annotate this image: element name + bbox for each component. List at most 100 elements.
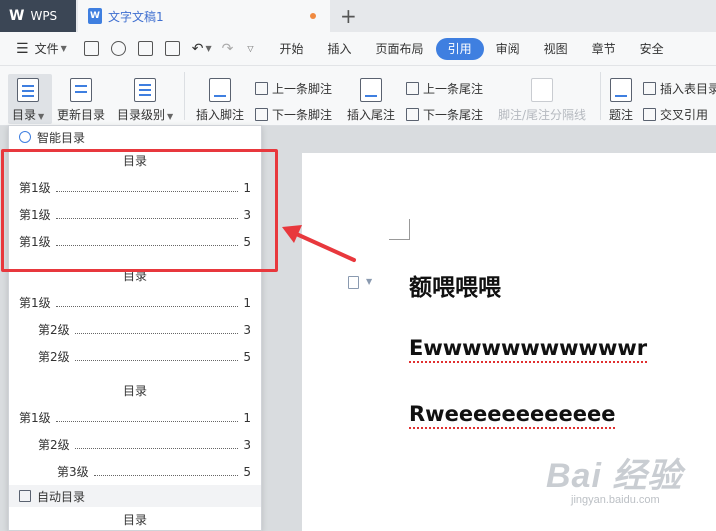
new-tab-button[interactable]: +	[340, 4, 357, 28]
toc-button[interactable]: 目录 ▼	[12, 78, 44, 123]
toc-template-3[interactable]: 目录第1级 1 第2级 3 第3级 5	[9, 378, 261, 485]
smart-toc-header: 智能目录	[9, 126, 261, 148]
document-heading-1[interactable]: 额喂喂喂	[409, 268, 501, 302]
paragraph-handle-icon[interactable]	[348, 276, 359, 289]
wps-home-tab[interactable]: W WPS	[0, 0, 76, 32]
chevron-down-icon: ▼	[60, 44, 67, 53]
toc-level-button[interactable]: 目录级别 ▼	[117, 78, 173, 123]
toc-button-label: 目录 ▼	[12, 108, 45, 122]
toc-entry-row: 第3级 5	[9, 458, 261, 485]
toc-entry-page: 1	[243, 295, 251, 310]
caption-label: 题注	[609, 108, 634, 122]
toc-leader-dots	[93, 475, 239, 476]
toc-template-title: 目录	[122, 384, 147, 398]
print-icon[interactable]	[137, 41, 153, 56]
heading-3-text: Rweeeeeeeeeeee	[409, 402, 616, 429]
undo-dropdown-icon[interactable]: ▼	[205, 44, 211, 53]
caption-button[interactable]: 题注	[609, 78, 633, 123]
toc-icon	[17, 78, 40, 102]
toc-entry-row: 第2级 3	[9, 316, 261, 343]
customize-toolbar-icon[interactable]: ▽	[247, 44, 253, 53]
document-tab[interactable]: W 文字文稿1	[78, 0, 330, 32]
unsaved-dot-icon	[310, 13, 316, 19]
caption-icon	[610, 78, 632, 102]
insert-endnote-label: 插入尾注	[347, 108, 396, 122]
separator-line-label: 脚注/尾注分隔线	[498, 108, 587, 122]
prev-footnote-icon	[255, 82, 268, 95]
app-name: WPS	[30, 9, 58, 23]
prev-footnote-label: 上一条脚注	[272, 82, 333, 96]
next-endnote-button[interactable]: 下一条尾注	[406, 106, 483, 123]
tab-page-layout[interactable]: 页面布局	[364, 38, 436, 60]
undo-icon[interactable]: ↶	[192, 41, 204, 57]
toc-entry-page: 3	[243, 437, 251, 452]
prev-footnote-button[interactable]: 上一条脚注	[255, 80, 332, 97]
cross-ref-button[interactable]: 交叉引用	[643, 106, 708, 123]
arrow-shaft	[290, 230, 356, 262]
tab-home[interactable]: 开始	[268, 38, 316, 60]
table-toc-icon	[643, 82, 656, 95]
hamburger-menu-icon[interactable]: ☰	[16, 41, 29, 57]
chevron-down-icon[interactable]: ▼	[366, 277, 372, 286]
toc-leader-dots	[55, 306, 239, 307]
tab-section[interactable]: 章节	[580, 38, 628, 60]
toc-leader-dots	[74, 360, 239, 361]
tab-security[interactable]: 安全	[628, 38, 676, 60]
prev-endnote-button[interactable]: 上一条尾注	[406, 80, 483, 97]
print-preview-icon[interactable]	[164, 41, 180, 56]
toc-entry-row: 第2级 3	[9, 431, 261, 458]
toc-entry-page: 5	[243, 464, 251, 479]
smart-toc-icon	[19, 131, 31, 143]
insert-table-toc-button[interactable]: 插入表目录	[643, 80, 716, 97]
watermark: Bai 经验 jingyan.baidu.com	[546, 448, 683, 506]
tab-view[interactable]: 视图	[532, 38, 580, 60]
watermark-url: jingyan.baidu.com	[571, 494, 660, 506]
footnote-icon	[209, 78, 231, 102]
margin-corner-mark	[389, 239, 409, 240]
update-toc-button[interactable]: 更新目录	[57, 78, 105, 123]
document-heading-3[interactable]: Rweeeeeeeeeeee	[409, 402, 616, 429]
menu-bar: ☰ 文件 ▼ ↶ ▼ ↷ ▽ 开始 插入 页面布局 引用 审阅 视图 章节 安全	[0, 32, 716, 66]
separator-line-button[interactable]: 脚注/尾注分隔线	[498, 78, 586, 123]
toc-entry-label: 第3级	[57, 465, 89, 479]
next-footnote-label: 下一条脚注	[272, 108, 333, 122]
next-footnote-button[interactable]: 下一条脚注	[255, 106, 332, 123]
heading-2-text: Ewwwwwwwwwwwr	[409, 336, 648, 363]
update-toc-label: 更新目录	[57, 108, 106, 122]
insert-endnote-button[interactable]: 插入尾注	[347, 78, 395, 123]
save-icon[interactable]	[83, 41, 99, 56]
wps-logo-icon: W	[9, 8, 25, 24]
document-heading-2[interactable]: Ewwwwwwwwwwwr	[409, 336, 648, 363]
toc-entry-page: 1	[243, 410, 251, 425]
redo-icon[interactable]: ↷	[222, 41, 234, 57]
auto-toc-header: 自动目录	[9, 485, 261, 507]
toc-template-2[interactable]: 目录 第1级 1 第2级 3 第2级 5	[9, 263, 261, 370]
insert-footnote-button[interactable]: 插入脚注	[196, 78, 244, 123]
insert-table-toc-label: 插入表目录	[660, 82, 716, 96]
prev-endnote-icon	[406, 82, 419, 95]
prev-endnote-label: 上一条尾注	[423, 82, 484, 96]
ribbon-divider	[600, 72, 601, 120]
watermark-logo: Bai 经验	[546, 457, 683, 495]
tab-references[interactable]: 引用	[435, 37, 484, 60]
toc-entry-row: 第1级 1	[9, 289, 261, 316]
next-endnote-icon	[406, 108, 419, 121]
separator-line-icon	[531, 78, 554, 102]
tab-insert[interactable]: 插入	[316, 38, 364, 60]
toc-leader-dots	[55, 421, 239, 422]
toc-entry-page: 3	[243, 322, 251, 337]
file-menu[interactable]: 文件 ▼	[35, 40, 67, 57]
toc-entry-row: 第1级 1	[9, 404, 261, 431]
toc-entry-label: 第1级	[19, 411, 51, 425]
insert-footnote-label: 插入脚注	[196, 108, 245, 122]
toc-entry-label: 第2级	[38, 350, 70, 364]
auto-toc-label: 自动目录	[37, 489, 86, 504]
toc-level-label: 目录级别 ▼	[117, 108, 174, 122]
ribbon-divider	[184, 72, 185, 120]
tab-review[interactable]: 审阅	[484, 38, 532, 60]
next-footnote-icon	[255, 108, 268, 121]
ribbon-toolbar: 目录 ▼ 更新目录 目录级别 ▼ 插入脚注 上一条脚注 下一条脚注 插入尾注 上一条…	[0, 66, 716, 126]
toc-template-title: 目录	[122, 513, 147, 527]
cross-ref-icon	[643, 108, 656, 121]
format-painter-icon[interactable]	[110, 41, 126, 56]
